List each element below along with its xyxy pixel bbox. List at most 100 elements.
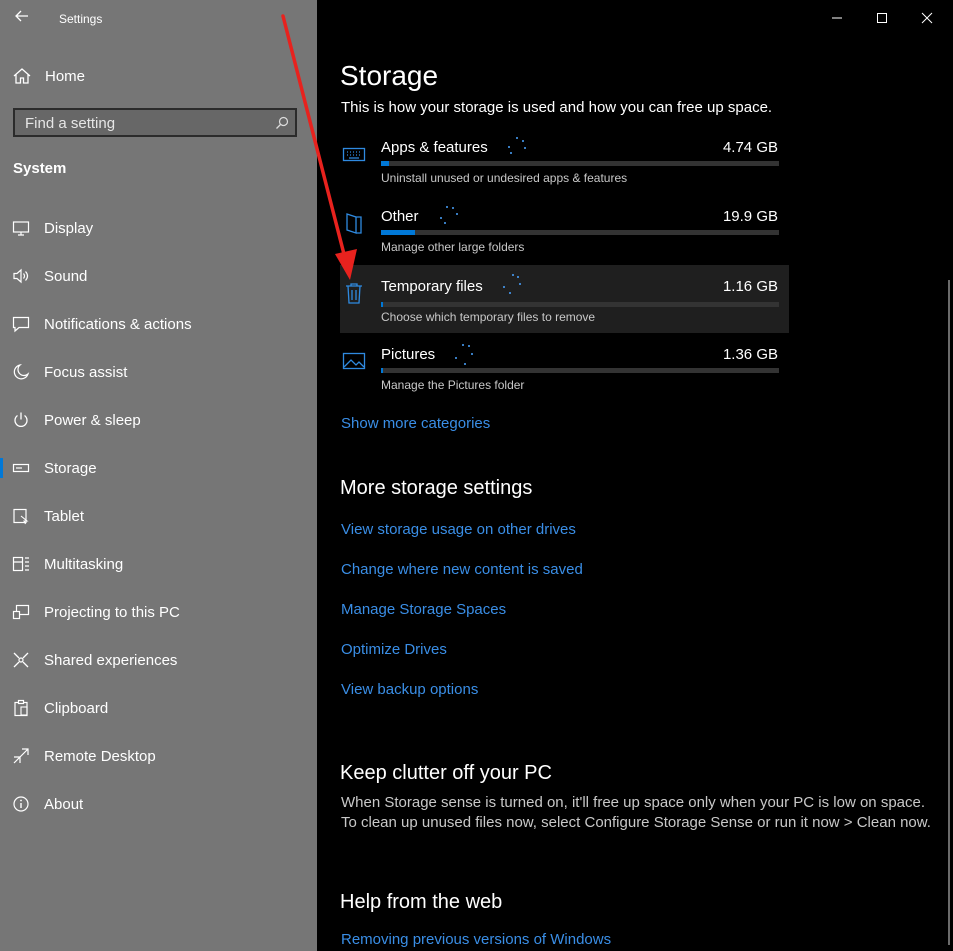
home-nav-item[interactable]: Home <box>12 64 85 88</box>
minimize-icon <box>832 17 842 19</box>
category-size: 1.36 GB <box>722 346 778 363</box>
manage-storage-spaces-link[interactable]: Manage Storage Spaces <box>341 601 506 618</box>
page-title: Storage <box>340 60 439 91</box>
keep-clutter-line-1: When Storage sense is turned on, it'll f… <box>341 794 926 811</box>
chat-bubble-icon <box>12 316 30 333</box>
multitasking-icon <box>12 556 29 572</box>
scrollbar[interactable] <box>948 280 950 945</box>
sidebar-item-label: Display <box>44 219 94 237</box>
help-link[interactable]: Removing previous versions of Windows <box>341 931 611 948</box>
sidebar-item-label: Shared experiences <box>44 651 178 669</box>
projector-icon <box>12 604 30 620</box>
sidebar-item-label: Notifications & actions <box>44 315 192 333</box>
loading-spinner-icon <box>500 273 524 297</box>
search-input[interactable]: Find a setting <box>13 108 297 137</box>
storage-category-temporary-files[interactable]: Temporary files 1.16 GB Choose which tem… <box>340 265 789 333</box>
sidebar-item-tablet[interactable]: Tablet <box>0 496 317 536</box>
view-backup-options-link[interactable]: View backup options <box>341 681 478 698</box>
info-icon <box>13 796 29 812</box>
optimize-drives-link[interactable]: Optimize Drives <box>341 641 447 658</box>
help-heading: Help from the web <box>340 891 503 913</box>
keep-clutter-line-2: To clean up unused files now, select Con… <box>341 814 931 831</box>
category-size: 1.16 GB <box>722 278 778 295</box>
change-save-location-link[interactable]: Change where new content is saved <box>341 561 583 578</box>
sidebar-item-remote-desktop[interactable]: Remote Desktop <box>0 736 317 776</box>
clipboard-icon <box>14 699 28 717</box>
page-subtitle: This is how your storage is used and how… <box>341 99 773 116</box>
usage-bar <box>381 161 779 166</box>
back-button[interactable] <box>12 8 32 28</box>
remote-icon <box>13 748 29 764</box>
storage-category-pictures[interactable]: Pictures 1.36 GB Manage the Pictures fol… <box>340 337 789 405</box>
sidebar-item-label: Multitasking <box>44 555 124 573</box>
more-storage-settings-heading: More storage settings <box>340 477 533 499</box>
sidebar-item-storage[interactable]: Storage <box>0 448 317 488</box>
loading-spinner-icon <box>436 205 460 229</box>
close-button[interactable] <box>915 8 939 30</box>
category-name: Temporary files <box>381 278 483 295</box>
back-arrow-icon <box>15 10 28 22</box>
usage-bar <box>381 302 779 307</box>
category-size: 4.74 GB <box>722 139 778 156</box>
drive-icon <box>12 463 30 473</box>
usage-bar-fill <box>381 161 389 166</box>
sidebar-item-focus-assist[interactable]: Focus assist <box>0 352 317 392</box>
sidebar-item-shared-experiences[interactable]: Shared experiences <box>0 640 317 680</box>
loading-spinner-icon <box>505 136 529 160</box>
view-storage-usage-link[interactable]: View storage usage on other drives <box>341 521 576 538</box>
sidebar-item-label: Sound <box>44 267 88 285</box>
storage-category-apps[interactable]: Apps & features 4.74 GB Uninstall unused… <box>340 130 789 198</box>
sidebar-item-label: Remote Desktop <box>44 747 156 765</box>
usage-bar-fill <box>381 302 383 307</box>
monitor-icon <box>12 221 30 236</box>
category-description: Uninstall unused or undesired apps & fea… <box>381 171 628 185</box>
storage-category-other[interactable]: Other 19.9 GB Manage other large folders <box>340 199 789 267</box>
sidebar-item-label: Storage <box>44 459 97 477</box>
category-description: Manage other large folders <box>381 240 525 254</box>
usage-bar <box>381 368 779 373</box>
sidebar-item-sound[interactable]: Sound <box>0 256 317 296</box>
sidebar-item-notifications[interactable]: Notifications & actions <box>0 304 317 344</box>
picture-icon <box>342 352 366 370</box>
maximize-button[interactable] <box>870 8 894 30</box>
sidebar-item-about[interactable]: About <box>0 784 317 824</box>
home-label: Home <box>45 67 86 85</box>
sidebar-item-display[interactable]: Display <box>0 208 317 248</box>
sidebar: Settings Home Find a setting System Disp… <box>0 0 317 951</box>
title-bar: Settings <box>0 0 317 40</box>
maximize-icon <box>877 13 887 23</box>
sidebar-item-label: Projecting to this PC <box>44 603 180 621</box>
book-icon <box>346 213 362 234</box>
usage-bar-fill <box>381 230 415 235</box>
app-title: Settings <box>59 12 103 26</box>
category-description: Manage the Pictures folder <box>381 378 525 392</box>
loading-spinner-icon <box>452 343 476 367</box>
sidebar-item-clipboard[interactable]: Clipboard <box>0 688 317 728</box>
keep-clutter-heading: Keep clutter off your PC <box>340 762 552 784</box>
close-icon <box>921 12 933 24</box>
show-more-categories-link[interactable]: Show more categories <box>341 415 490 432</box>
shared-icon <box>13 652 29 668</box>
trash-icon <box>346 283 362 304</box>
sidebar-item-multitasking[interactable]: Multitasking <box>0 544 317 584</box>
sidebar-item-label: About <box>44 795 84 813</box>
home-icon <box>13 68 31 84</box>
category-size: 19.9 GB <box>722 208 778 225</box>
group-title: System <box>13 160 67 177</box>
speaker-icon <box>13 268 29 284</box>
sidebar-item-label: Clipboard <box>44 699 109 717</box>
tablet-icon <box>13 508 29 525</box>
sidebar-item-projecting[interactable]: Projecting to this PC <box>0 592 317 632</box>
usage-bar <box>381 230 779 235</box>
moon-icon <box>13 363 30 380</box>
search-icon <box>276 116 289 129</box>
minimize-button[interactable] <box>825 8 849 30</box>
sidebar-item-label: Focus assist <box>44 363 128 381</box>
power-icon <box>14 412 28 427</box>
category-name: Pictures <box>381 346 436 363</box>
keyboard-icon <box>342 147 366 162</box>
sidebar-item-power-sleep[interactable]: Power & sleep <box>0 400 317 440</box>
sidebar-item-label: Power & sleep <box>44 411 141 429</box>
category-name: Apps & features <box>381 139 488 156</box>
search-placeholder: Find a setting <box>25 115 116 132</box>
